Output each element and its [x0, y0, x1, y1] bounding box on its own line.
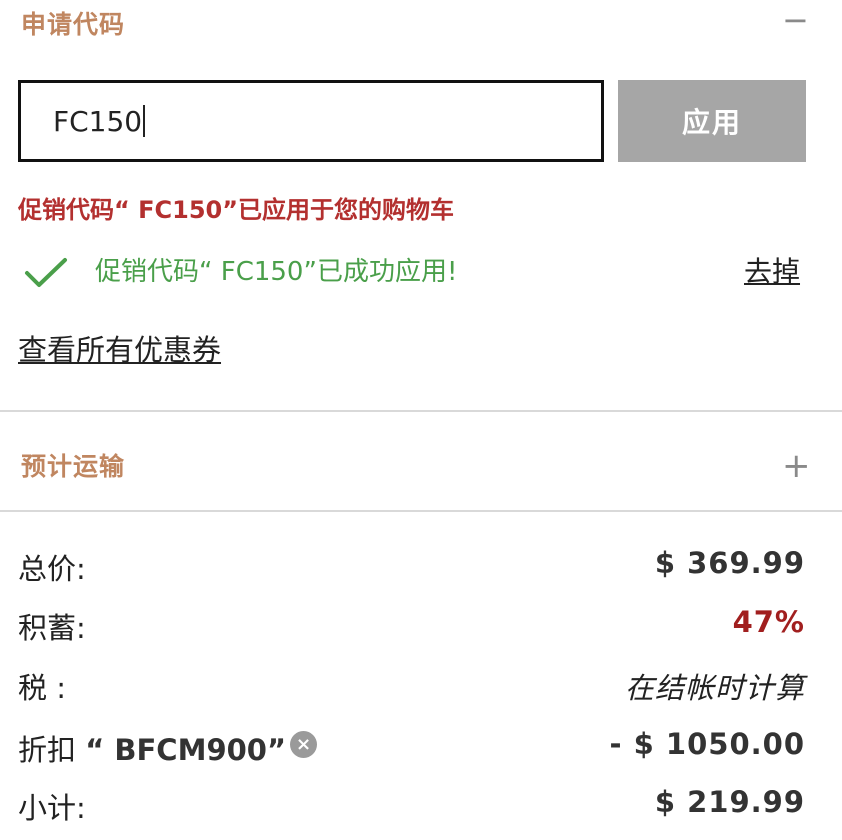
text-caret: [143, 105, 146, 137]
tax-label: 税 :: [18, 671, 66, 705]
discount-value: - $ 1050.00: [609, 727, 805, 761]
collapse-icon[interactable]: −: [782, 4, 809, 36]
discount-code: “ BFCM900”: [85, 733, 287, 767]
discount-label-row: 折扣 “ BFCM900”: [18, 727, 286, 769]
shipping-section-title[interactable]: 预计运输: [21, 447, 125, 483]
promo-error-message: 促销代码“ FC150”已应用于您的购物车: [18, 196, 455, 224]
remove-discount-icon[interactable]: ×: [290, 731, 317, 758]
check-icon: [25, 258, 67, 287]
apply-button[interactable]: 应用: [618, 80, 806, 162]
total-label: 总价:: [18, 552, 86, 586]
cart-summary-panel: 申请代码 − FC150 应用 促销代码“ FC150”已应用于您的购物车 促销…: [0, 0, 842, 840]
expand-icon[interactable]: +: [782, 449, 811, 483]
promo-code-value: FC150: [53, 104, 143, 138]
tax-value: 在结帐时计算: [624, 671, 805, 705]
divider: [0, 410, 842, 412]
view-all-coupons-link[interactable]: 查看所有优惠券: [18, 327, 221, 369]
discount-label: 折扣: [18, 733, 77, 767]
divider: [0, 510, 842, 512]
savings-value: 47%: [732, 605, 805, 639]
promo-section-title[interactable]: 申请代码: [21, 5, 125, 41]
total-value: $ 369.99: [654, 546, 805, 580]
subtotal-value: $ 219.99: [654, 785, 805, 819]
promo-code-input[interactable]: FC150: [18, 80, 604, 162]
promo-success-message: 促销代码“ FC150”已成功应用!: [95, 257, 458, 287]
remove-promo-link[interactable]: 去掉: [744, 250, 800, 290]
savings-label: 积蓄:: [18, 611, 86, 645]
subtotal-label: 小计:: [18, 791, 86, 825]
